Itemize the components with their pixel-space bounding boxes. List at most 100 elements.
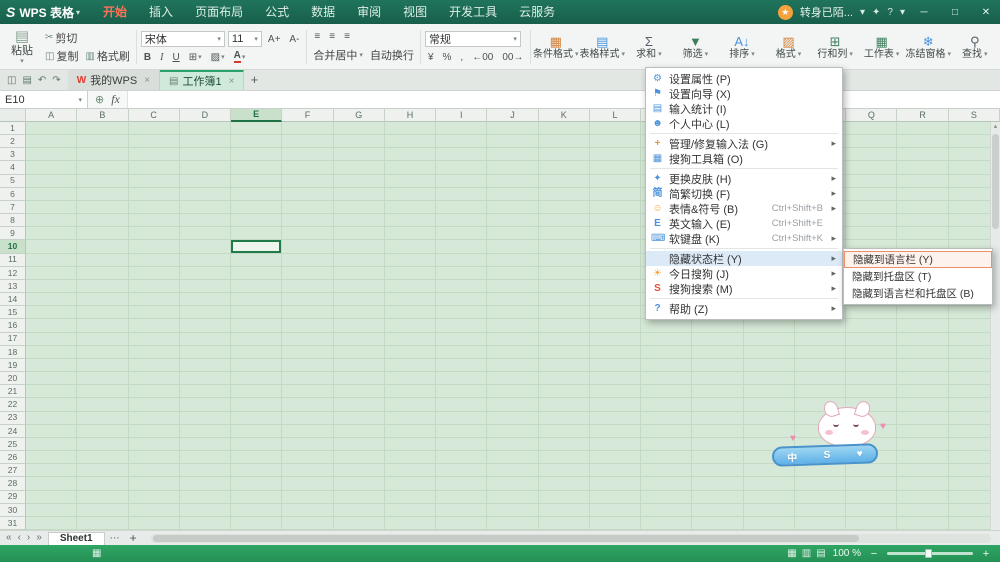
cell-c21[interactable]: [128, 385, 180, 399]
cell-d17[interactable]: [179, 332, 232, 346]
save-icon[interactable]: ◫: [7, 75, 16, 86]
cell-j24[interactable]: [487, 424, 539, 438]
sort-button[interactable]: A↓ 排序 ▾: [719, 26, 766, 68]
worksheet-button[interactable]: ▦ 工作表 ▾: [858, 26, 905, 68]
cell-k26[interactable]: [538, 451, 590, 465]
cell-c6[interactable]: [128, 187, 180, 201]
cell-h29[interactable]: [384, 490, 437, 504]
cell-k1[interactable]: [538, 122, 590, 136]
column-header-r[interactable]: R: [897, 109, 949, 122]
cell-l2[interactable]: [589, 135, 642, 149]
cell-l5[interactable]: [589, 174, 642, 188]
cell-q5[interactable]: [846, 174, 898, 188]
cell-f31[interactable]: [282, 516, 334, 530]
cell-b6[interactable]: [77, 187, 129, 201]
cell-h31[interactable]: [384, 516, 437, 530]
cell-h23[interactable]: [384, 411, 437, 425]
cell-g17[interactable]: [333, 332, 385, 346]
cell-e15[interactable]: [231, 306, 283, 320]
cell-a29[interactable]: [26, 490, 78, 504]
cell-p29[interactable]: [794, 490, 847, 504]
cell-q15[interactable]: [846, 306, 898, 320]
cell-e7[interactable]: [231, 200, 283, 215]
cell-a6[interactable]: [26, 187, 78, 201]
cell-h6[interactable]: [384, 187, 437, 201]
cell-c23[interactable]: [128, 411, 180, 425]
cell-g4[interactable]: [333, 161, 385, 175]
cell-b7[interactable]: [77, 200, 129, 215]
cell-e9[interactable]: [231, 227, 283, 241]
cell-k10[interactable]: [538, 240, 590, 254]
cell-f2[interactable]: [282, 135, 334, 149]
sheet-list-button[interactable]: ⋯: [105, 533, 125, 544]
cell-i29[interactable]: [436, 490, 488, 504]
cell-o21[interactable]: [743, 385, 795, 399]
cell-k17[interactable]: [538, 332, 590, 346]
cell-h5[interactable]: [384, 174, 437, 188]
cell-r16[interactable]: [897, 319, 949, 333]
cell-r22[interactable]: [897, 398, 949, 412]
cell-j20[interactable]: [487, 372, 539, 386]
cell-a1[interactable]: [26, 122, 78, 136]
cell-o31[interactable]: [743, 516, 795, 530]
cell-n17[interactable]: [692, 332, 744, 346]
cell-o30[interactable]: [743, 503, 795, 517]
cell-n20[interactable]: [692, 372, 744, 386]
cell-l22[interactable]: [589, 398, 642, 412]
cell-h20[interactable]: [384, 372, 437, 386]
cell-r5[interactable]: [897, 174, 949, 188]
cell-e8[interactable]: [231, 214, 283, 228]
cell-j7[interactable]: [487, 200, 539, 215]
menu-item-2[interactable]: ⚑ 设置向导 (X): [646, 86, 842, 101]
cell-i17[interactable]: [436, 332, 488, 346]
zoom-slider[interactable]: [887, 549, 973, 558]
horizontal-scrollbar[interactable]: [150, 533, 991, 543]
cell-h8[interactable]: [384, 214, 437, 228]
cell-h26[interactable]: [384, 451, 437, 465]
cell-p18[interactable]: [794, 345, 847, 359]
user-avatar[interactable]: ★: [777, 4, 793, 20]
cell-n25[interactable]: [692, 437, 744, 452]
cell-c11[interactable]: [128, 253, 180, 267]
cell-h11[interactable]: [384, 253, 437, 267]
cell-m17[interactable]: [641, 332, 693, 346]
cell-n21[interactable]: [692, 385, 744, 399]
cell-l24[interactable]: [589, 424, 642, 438]
column-header-a[interactable]: A: [26, 109, 78, 122]
ribbon-tab-6[interactable]: 审阅: [346, 0, 392, 24]
ribbon-tab-7[interactable]: 视图: [392, 0, 438, 24]
column-header-j[interactable]: J: [487, 109, 539, 122]
cell-g28[interactable]: [333, 477, 385, 491]
redo-icon[interactable]: ↷: [52, 75, 60, 86]
cell-e14[interactable]: [231, 293, 283, 307]
cell-p21[interactable]: [794, 385, 847, 399]
row-header-15[interactable]: 15: [0, 306, 26, 320]
cell-h22[interactable]: [384, 398, 437, 412]
cell-f11[interactable]: [282, 253, 334, 267]
row-header-8[interactable]: 8: [0, 214, 26, 228]
cell-k9[interactable]: [538, 227, 590, 241]
cell-j1[interactable]: [487, 122, 539, 136]
cell-d26[interactable]: [179, 451, 232, 465]
cell-j13[interactable]: [487, 279, 539, 294]
cell-r28[interactable]: [897, 477, 949, 491]
cell-d27[interactable]: [179, 464, 232, 478]
cell-e20[interactable]: [231, 372, 283, 386]
cell-h14[interactable]: [384, 293, 437, 307]
cell-b26[interactable]: [77, 451, 129, 465]
cell-i23[interactable]: [436, 411, 488, 425]
cell-o29[interactable]: [743, 490, 795, 504]
row-header-11[interactable]: 11: [0, 253, 26, 267]
cell-q19[interactable]: [846, 358, 898, 373]
row-header-20[interactable]: 20: [0, 372, 26, 386]
cell-h3[interactable]: [384, 148, 437, 162]
cell-l13[interactable]: [589, 279, 642, 294]
cell-r25[interactable]: [897, 437, 949, 452]
cell-i25[interactable]: [436, 437, 488, 452]
cell-g26[interactable]: [333, 451, 385, 465]
column-header-s[interactable]: S: [948, 109, 1000, 122]
cell-j14[interactable]: [487, 293, 539, 307]
cell-j29[interactable]: [487, 490, 539, 504]
cell-a7[interactable]: [26, 200, 78, 215]
cell-d30[interactable]: [179, 503, 232, 517]
